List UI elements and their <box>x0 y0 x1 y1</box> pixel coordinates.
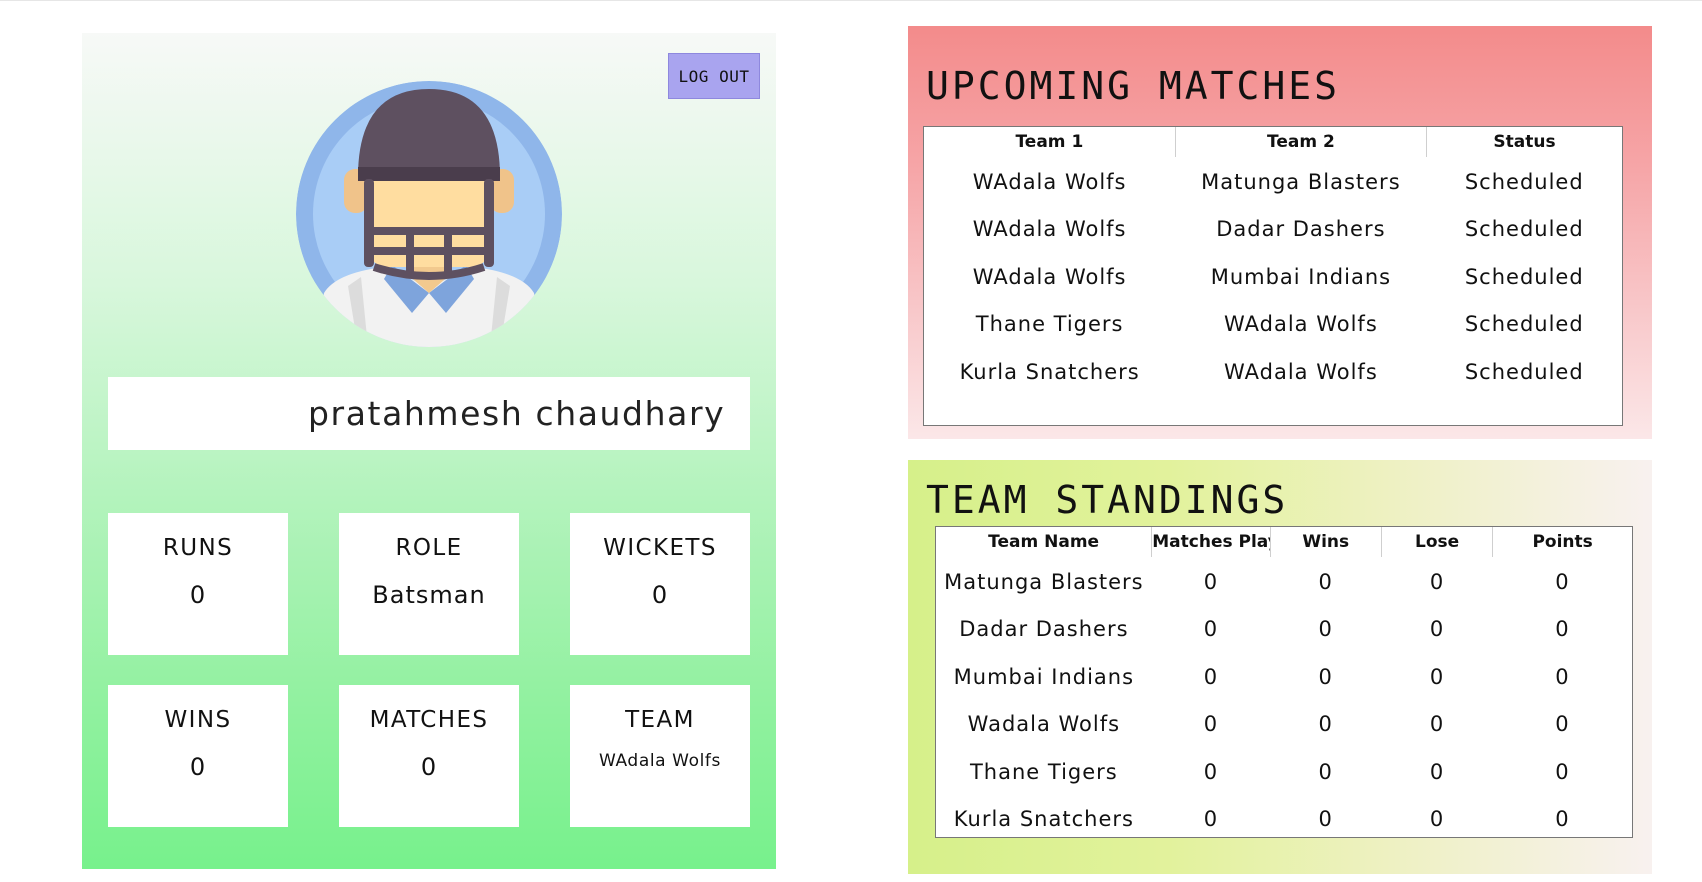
team1-cell: Kurla Snatchers <box>959 359 1140 384</box>
player-profile-card: LOG OUT pratahmesh chaudhary RUNS 0 ROLE… <box>82 33 776 869</box>
table-row: Matunga Blasters 0 0 0 0 <box>936 558 1632 606</box>
points-cell: 0 <box>1555 569 1570 594</box>
matches-played-cell: 0 <box>1203 759 1219 784</box>
status-cell: Scheduled <box>1464 264 1584 289</box>
wins-cell: 0 <box>1318 807 1333 832</box>
stat-wickets-value: 0 <box>651 581 669 609</box>
stat-team-value: WAdala Wolfs <box>599 751 721 771</box>
team1-cell: WAdala Wolfs <box>972 169 1127 194</box>
wins-cell: 0 <box>1318 569 1333 594</box>
matches-played-cell: 0 <box>1203 664 1219 689</box>
status-cell: Scheduled <box>1464 312 1584 337</box>
lose-cell: 0 <box>1429 712 1445 737</box>
team2-cell: WAdala Wolfs <box>1224 312 1378 337</box>
column-header[interactable]: Matches Played <box>1151 527 1271 558</box>
team1-cell: WAdala Wolfs <box>972 264 1127 289</box>
stat-matches-value: 0 <box>420 753 438 781</box>
team-name-cell: Wadala Wolfs <box>967 712 1121 737</box>
table-row: WAdala Wolfs Mumbai Indians Scheduled <box>924 253 1622 301</box>
stat-runs-label: RUNS <box>162 535 234 561</box>
lose-cell: 0 <box>1429 617 1445 642</box>
column-header[interactable]: Team 2 <box>1175 127 1428 158</box>
upcoming-matches-title: UPCOMING MATCHES <box>926 64 1341 108</box>
table-header-row: Team Name Matches Played Wins Lose Point… <box>936 527 1632 558</box>
stat-team-label: TEAM <box>625 707 695 733</box>
status-cell: Scheduled <box>1464 169 1584 194</box>
team-name-cell: Kurla Snatchers <box>953 807 1134 832</box>
team1-cell: Thane Tigers <box>975 312 1124 337</box>
stat-runs: RUNS 0 <box>108 513 288 655</box>
team2-cell: WAdala Wolfs <box>1224 359 1378 384</box>
points-cell: 0 <box>1555 617 1570 642</box>
table-row: Kurla Snatchers WAdala Wolfs Scheduled <box>924 348 1622 396</box>
status-cell: Scheduled <box>1464 359 1584 384</box>
table-row: Kurla Snatchers 0 0 0 0 <box>936 796 1632 838</box>
column-header[interactable]: Team 1 <box>924 127 1176 158</box>
table-row: Thane Tigers 0 0 0 0 <box>936 748 1632 796</box>
column-header[interactable]: Lose <box>1381 527 1494 558</box>
lose-cell: 0 <box>1429 569 1445 594</box>
team2-cell: Matunga Blasters <box>1201 169 1401 194</box>
column-header[interactable]: Status <box>1426 127 1622 158</box>
wins-cell: 0 <box>1318 617 1333 642</box>
team1-cell: WAdala Wolfs <box>972 217 1127 242</box>
stat-wickets-label: WICKETS <box>603 535 717 561</box>
stat-wickets: WICKETS 0 <box>570 513 750 655</box>
stat-wins-label: WINS <box>164 707 232 733</box>
team-name-cell: Matunga Blasters <box>944 569 1144 594</box>
lose-cell: 0 <box>1429 807 1445 832</box>
table-row: Dadar Dashers 0 0 0 0 <box>936 606 1632 654</box>
table-row: WAdala Wolfs Dadar Dashers Scheduled <box>924 206 1622 254</box>
stat-wins: WINS 0 <box>108 685 288 827</box>
matches-played-cell: 0 <box>1203 807 1219 832</box>
table-row: Wadala Wolfs 0 0 0 0 <box>936 701 1632 749</box>
player-name-box: pratahmesh chaudhary <box>108 377 750 450</box>
stat-matches: MATCHES 0 <box>339 685 519 827</box>
matches-played-cell: 0 <box>1203 569 1219 594</box>
stat-runs-value: 0 <box>189 581 207 609</box>
matches-played-cell: 0 <box>1203 712 1219 737</box>
wins-cell: 0 <box>1318 759 1333 784</box>
top-divider <box>0 0 1702 1</box>
lose-cell: 0 <box>1429 664 1445 689</box>
team-standings-table: Team Name Matches Played Wins Lose Point… <box>935 526 1633 838</box>
stat-matches-label: MATCHES <box>369 707 489 733</box>
matches-played-cell: 0 <box>1203 617 1219 642</box>
points-cell: 0 <box>1555 807 1570 832</box>
upcoming-matches-panel: UPCOMING MATCHES Team 1 Team 2 Status WA… <box>908 26 1652 439</box>
team2-cell: Dadar Dashers <box>1216 217 1386 242</box>
team-name-cell: Dadar Dashers <box>959 617 1129 642</box>
wins-cell: 0 <box>1318 664 1333 689</box>
team2-cell: Mumbai Indians <box>1210 264 1392 289</box>
team-name-cell: Thane Tigers <box>969 759 1118 784</box>
lose-cell: 0 <box>1429 759 1445 784</box>
stat-role-value: Batsman <box>372 581 486 609</box>
player-name: pratahmesh chaudhary <box>308 394 726 433</box>
table-row: Mumbai Indians 0 0 0 0 <box>936 653 1632 701</box>
stat-role-label: ROLE <box>395 535 463 561</box>
wins-cell: 0 <box>1318 712 1333 737</box>
status-cell: Scheduled <box>1464 217 1584 242</box>
team-standings-title: TEAM STANDINGS <box>926 478 1289 522</box>
stat-wins-value: 0 <box>189 753 207 781</box>
table-row: WAdala Wolfs Matunga Blasters Scheduled <box>924 158 1622 206</box>
cricket-player-helmet-icon <box>296 81 562 347</box>
points-cell: 0 <box>1555 664 1570 689</box>
column-header[interactable]: Wins <box>1270 527 1382 558</box>
column-header[interactable]: Team Name <box>936 527 1153 558</box>
team-name-cell: Mumbai Indians <box>953 664 1135 689</box>
logout-button[interactable]: LOG OUT <box>668 53 760 99</box>
upcoming-matches-table: Team 1 Team 2 Status WAdala Wolfs Matung… <box>923 126 1623 426</box>
column-header[interactable]: Points <box>1492 527 1632 558</box>
table-row: Thane Tigers WAdala Wolfs Scheduled <box>924 301 1622 349</box>
points-cell: 0 <box>1555 712 1570 737</box>
stat-team: TEAM WAdala Wolfs <box>570 685 750 827</box>
team-standings-panel: TEAM STANDINGS Team Name Matches Played … <box>908 460 1652 874</box>
points-cell: 0 <box>1555 759 1570 784</box>
stat-role: ROLE Batsman <box>339 513 519 655</box>
table-header-row: Team 1 Team 2 Status <box>924 127 1622 158</box>
